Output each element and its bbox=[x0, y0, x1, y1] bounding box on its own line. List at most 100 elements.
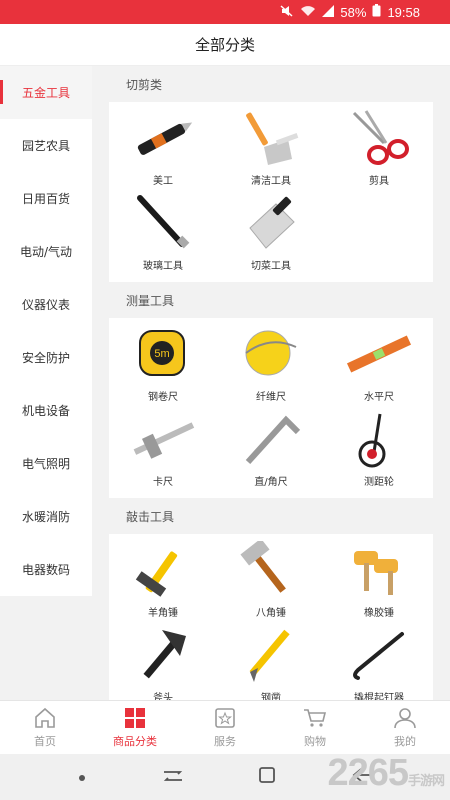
recent-apps-icon[interactable] bbox=[162, 768, 184, 787]
bottom-nav: 首页 商品分类 服务 购物 我的 bbox=[0, 700, 450, 754]
sledge-hammer-icon bbox=[240, 541, 286, 593]
category-item-label: 测距轮 bbox=[364, 477, 394, 488]
home-square-icon[interactable] bbox=[258, 766, 276, 788]
glass-cutter-icon bbox=[137, 195, 190, 249]
section-title: 切剪类 bbox=[126, 77, 163, 92]
sidebar-item-gardening[interactable]: 园艺农具 bbox=[0, 119, 92, 172]
category-item-label: 清洁工具 bbox=[251, 176, 291, 187]
category-item[interactable]: 卡尺 bbox=[109, 409, 217, 494]
category-item-label: 直/角尺 bbox=[254, 477, 288, 488]
user-icon bbox=[394, 707, 416, 728]
svg-text:5m: 5m bbox=[154, 348, 169, 360]
category-item[interactable]: 美工 bbox=[109, 108, 217, 193]
sidebar-item-label: 电气照明 bbox=[21, 457, 70, 471]
sidebar-item-hardware[interactable]: 五金工具 bbox=[0, 66, 92, 119]
sidebar-item-label: 水暖消防 bbox=[21, 510, 70, 524]
dot-icon[interactable] bbox=[77, 768, 87, 787]
service-icon bbox=[215, 707, 235, 728]
section-grid: 美工 清洁工具 剪具 玻璃工具 切菜工具 bbox=[109, 102, 433, 282]
wifi-icon bbox=[300, 5, 316, 20]
signal-icon bbox=[322, 4, 335, 20]
nav-category[interactable]: 商品分类 bbox=[90, 701, 180, 754]
sidebar-item-plumbing[interactable]: 水暖消防 bbox=[0, 490, 92, 543]
category-content: 切剪类 美工 清洁工具 剪具 玻璃工具 切菜工具 测量工具 5m 钢卷尺 纤维尺… bbox=[92, 66, 450, 700]
category-item[interactable]: 橡胶锤 bbox=[325, 540, 433, 625]
watermark-suffix: 手游网 bbox=[407, 773, 445, 788]
sidebar-item-electronics[interactable]: 电器数码 bbox=[0, 543, 92, 596]
home-icon bbox=[35, 707, 55, 728]
category-item[interactable]: 切菜工具 bbox=[217, 193, 325, 278]
category-item[interactable]: 剪具 bbox=[325, 108, 433, 193]
watermark-logo: 2265手游网 bbox=[327, 752, 445, 795]
sidebar-item-daily-goods[interactable]: 日用百货 bbox=[0, 172, 92, 225]
nav-home[interactable]: 首页 bbox=[0, 701, 90, 754]
category-item-label: 水平尺 bbox=[364, 392, 394, 403]
page-title: 全部分类 bbox=[194, 36, 255, 54]
battery-percent: 58% bbox=[340, 4, 367, 20]
sidebar-item-label: 园艺农具 bbox=[21, 139, 70, 153]
status-bar: 58% 19:58 bbox=[0, 0, 450, 24]
category-item-label: 剪具 bbox=[369, 176, 389, 187]
category-item[interactable]: 斧头 bbox=[109, 625, 217, 700]
category-sidebar: 五金工具 园艺农具 日用百货 电动/气动 仪器仪表 安全防护 机电设备 电气照明… bbox=[0, 66, 92, 596]
sidebar-item-label: 电动/气动 bbox=[19, 245, 73, 259]
scraper-icon bbox=[246, 112, 299, 165]
sidebar-item-mechanical[interactable]: 机电设备 bbox=[0, 384, 92, 437]
category-icon bbox=[125, 707, 145, 728]
clock: 19:58 bbox=[387, 4, 420, 20]
category-item[interactable]: 羊角锤 bbox=[109, 540, 217, 625]
cleaver-icon bbox=[249, 196, 295, 249]
nav-label: 首页 bbox=[34, 734, 56, 748]
level-icon bbox=[346, 335, 412, 373]
nav-label: 服务 bbox=[214, 734, 236, 748]
category-item-label: 撬棍起钉器 bbox=[354, 693, 404, 700]
category-item[interactable]: 水平尺 bbox=[325, 324, 433, 409]
battery-icon bbox=[372, 4, 381, 20]
category-item-label: 斧头 bbox=[153, 693, 173, 700]
sidebar-item-lighting[interactable]: 电气照明 bbox=[0, 437, 92, 490]
sidebar-item-power-tools[interactable]: 电动/气动 bbox=[0, 225, 92, 278]
caliper-icon bbox=[133, 422, 195, 459]
category-item[interactable]: 撬棍起钉器 bbox=[325, 625, 433, 700]
section-title: 测量工具 bbox=[126, 293, 175, 308]
nav-cart[interactable]: 购物 bbox=[270, 701, 360, 754]
category-item-label: 橡胶锤 bbox=[364, 608, 394, 619]
sidebar-item-label: 日用百货 bbox=[21, 192, 70, 206]
category-item[interactable]: 清洁工具 bbox=[217, 108, 325, 193]
category-item-label: 八角锤 bbox=[256, 608, 286, 619]
category-item-label: 羊角锤 bbox=[148, 608, 178, 619]
category-item-label: 钢卷尺 bbox=[148, 392, 178, 403]
category-item[interactable]: 玻璃工具 bbox=[109, 193, 217, 278]
measuring-wheel-icon bbox=[358, 413, 386, 468]
tape-measure-icon: 5m bbox=[139, 330, 185, 376]
section-title: 敲击工具 bbox=[126, 509, 175, 524]
category-item-label: 玻璃工具 bbox=[143, 261, 183, 272]
sidebar-item-instruments[interactable]: 仪器仪表 bbox=[0, 278, 92, 331]
nav-label: 购物 bbox=[304, 734, 326, 748]
nav-service[interactable]: 服务 bbox=[180, 701, 270, 754]
nav-profile[interactable]: 我的 bbox=[360, 701, 450, 754]
page-title-bar: 全部分类 bbox=[0, 24, 450, 66]
category-item-label: 美工 bbox=[153, 176, 173, 187]
sidebar-item-label: 电器数码 bbox=[21, 563, 70, 577]
category-item-label: 纤维尺 bbox=[256, 392, 286, 403]
crowbar-icon bbox=[353, 632, 404, 680]
category-item-label: 切菜工具 bbox=[251, 261, 291, 272]
category-item[interactable]: 直/角尺 bbox=[217, 409, 325, 494]
claw-hammer-icon bbox=[135, 551, 178, 597]
mute-icon bbox=[280, 4, 294, 20]
fiber-tape-icon bbox=[245, 330, 297, 376]
section-grid: 羊角锤 八角锤 橡胶锤 斧头 钢凿 撬棍起钉器 bbox=[109, 534, 433, 700]
category-item[interactable]: 纤维尺 bbox=[217, 324, 325, 409]
sidebar-item-safety[interactable]: 安全防护 bbox=[0, 331, 92, 384]
category-item[interactable]: 5m 钢卷尺 bbox=[109, 324, 217, 409]
category-item[interactable]: 钢凿 bbox=[217, 625, 325, 700]
chisel-icon bbox=[249, 629, 290, 682]
category-item-label: 钢凿 bbox=[261, 693, 281, 700]
watermark-number: 2265 bbox=[327, 752, 409, 794]
category-item[interactable]: 测距轮 bbox=[325, 409, 433, 494]
sidebar-item-label: 仪器仪表 bbox=[21, 298, 70, 312]
axe-icon bbox=[143, 630, 186, 679]
sidebar-item-label: 安全防护 bbox=[21, 351, 70, 365]
category-item[interactable]: 八角锤 bbox=[217, 540, 325, 625]
